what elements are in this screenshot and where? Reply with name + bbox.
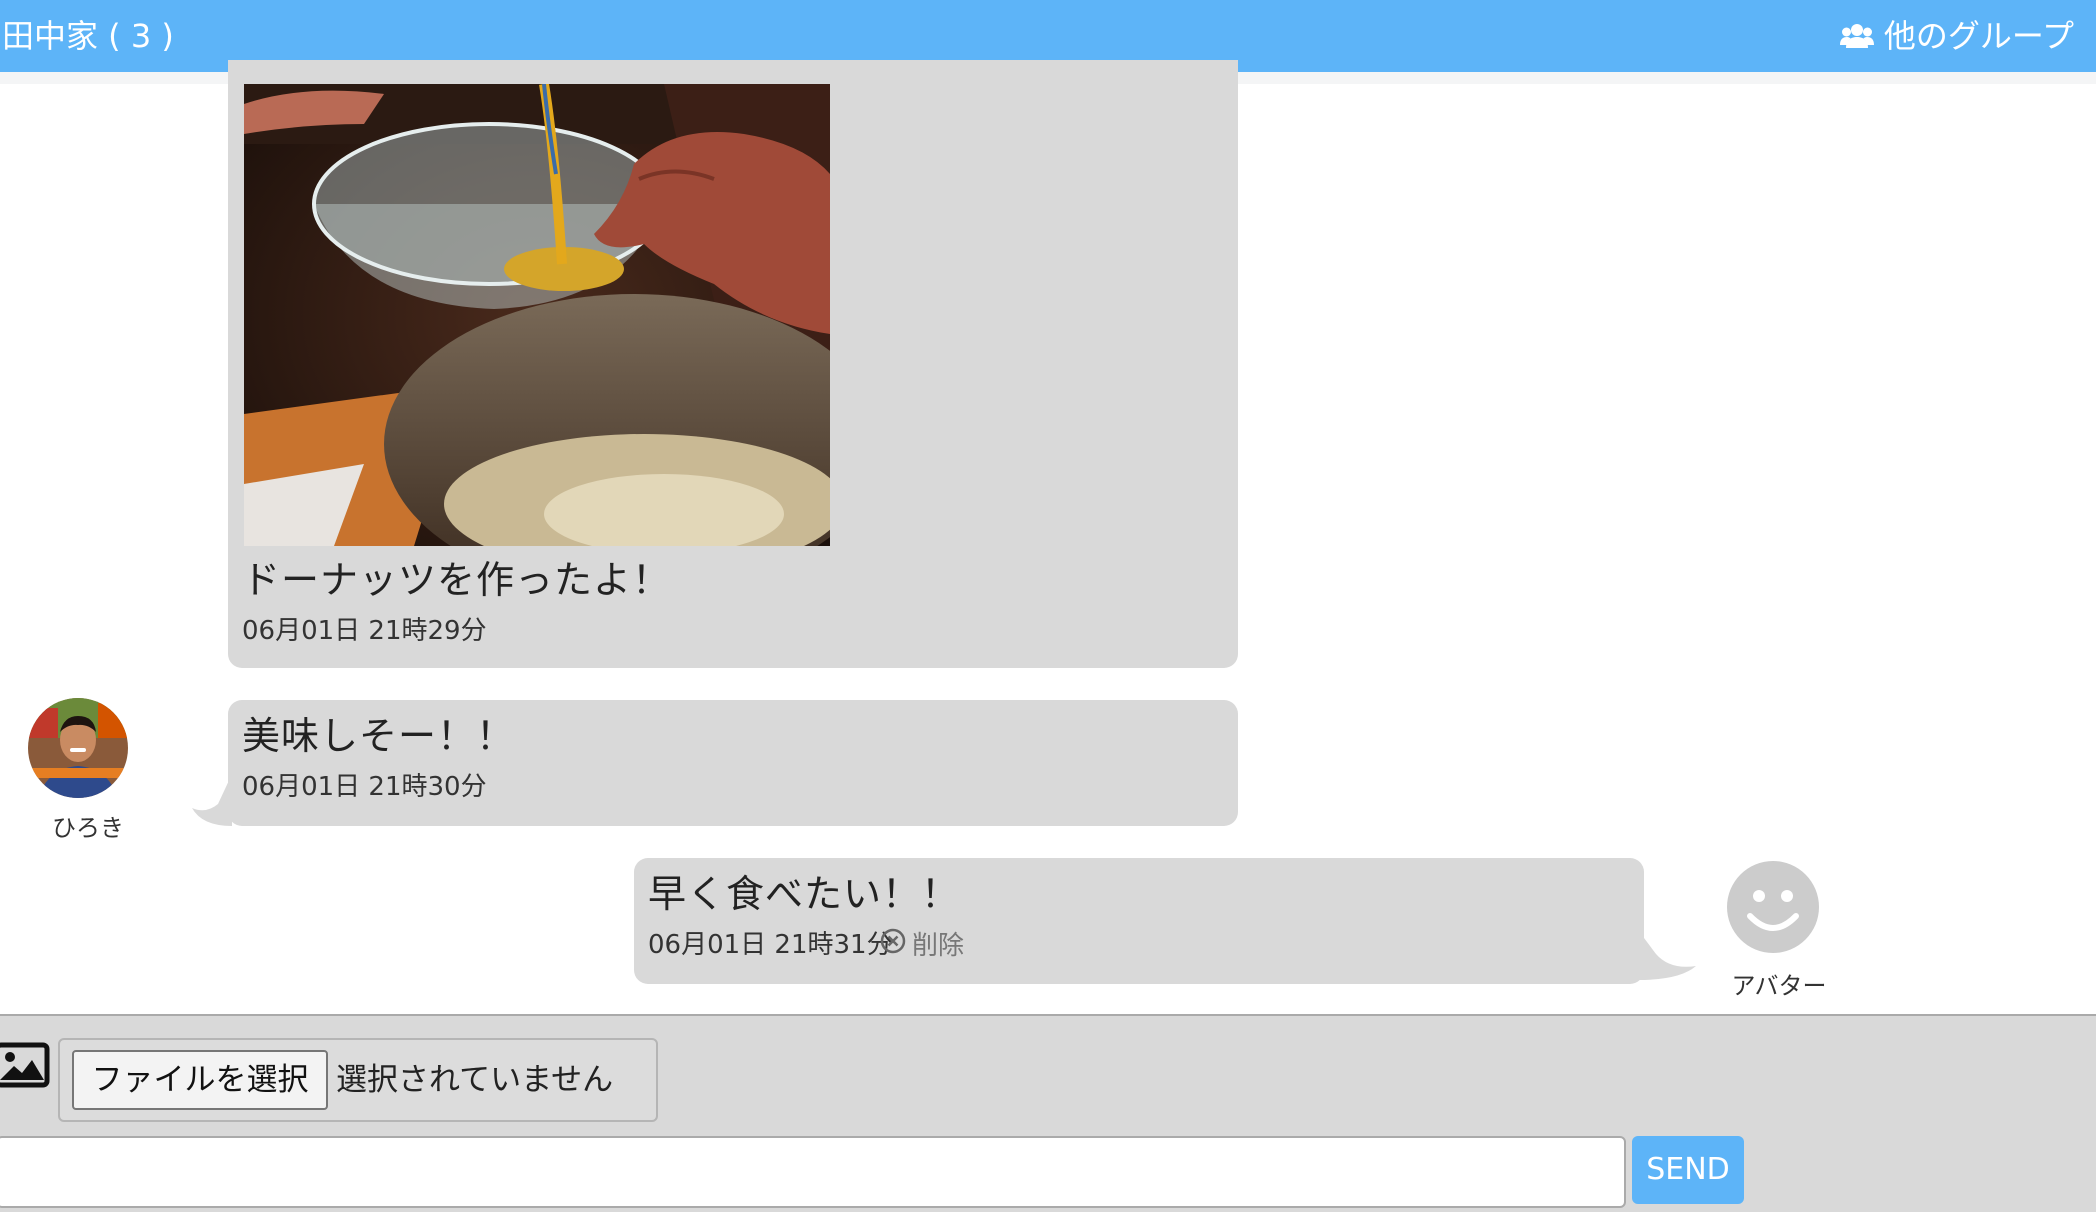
smiley-face-icon[interactable] — [1726, 860, 1820, 954]
file-status: 選択されていません — [336, 1062, 614, 1098]
users-icon — [1839, 23, 1874, 49]
image-icon[interactable] — [0, 1042, 50, 1088]
delete-button[interactable]: 削除 — [880, 928, 964, 963]
message-composer: ファイルを選択 選択されていません SEND — [0, 1014, 2096, 1212]
send-button[interactable]: SEND — [1632, 1136, 1744, 1204]
bubble-tail — [192, 774, 232, 826]
choose-file-button[interactable]: ファイルを選択 — [72, 1050, 328, 1110]
message-text: ドーナッツを作ったよ！ — [242, 558, 672, 602]
message-text: 美味しそー！！ — [242, 714, 516, 758]
group-title: 田中家 ( 3 ) — [2, 17, 174, 55]
other-groups-button[interactable]: 他のグループ — [1839, 14, 2074, 58]
message-bubble: 美味しそー！！ 06月01日 21時30分 — [228, 700, 1238, 826]
message-bubble-own: 早く食べたい！！ 06月01日 21時31分 削除 — [634, 858, 1644, 984]
message-text: 早く食べたい！！ — [648, 872, 961, 916]
message-time: 06月01日 21時29分 — [242, 616, 487, 646]
circle-x-icon — [880, 928, 906, 963]
sender-name: ひろき — [52, 814, 124, 842]
sender-name: アバター — [1731, 972, 1827, 1000]
message-input[interactable] — [0, 1136, 1626, 1208]
bubble-tail — [1638, 930, 1696, 980]
donut-photo[interactable] — [244, 84, 830, 546]
file-input[interactable]: ファイルを選択 選択されていません — [58, 1038, 658, 1122]
message-time: 06月01日 21時30分 — [242, 772, 487, 802]
message-time: 06月01日 21時31分 — [648, 930, 893, 960]
delete-label: 削除 — [912, 930, 965, 961]
message-bubble-photo: ドーナッツを作ったよ！ 06月01日 21時29分 — [228, 60, 1238, 668]
avatar[interactable] — [28, 698, 128, 798]
other-groups-label: 他のグループ — [1883, 17, 2074, 55]
